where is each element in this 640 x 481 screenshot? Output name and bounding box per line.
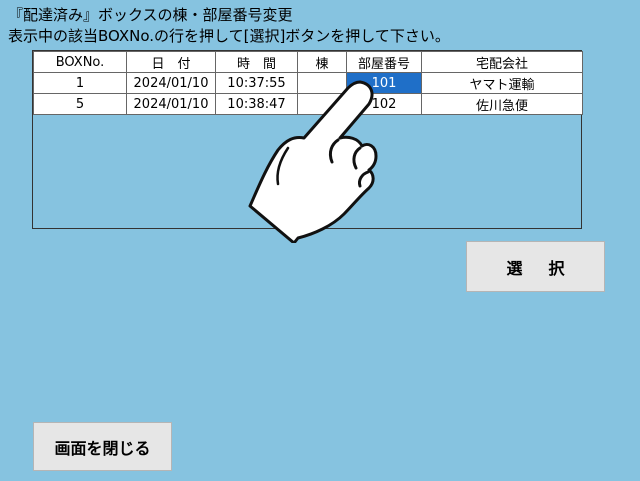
cell-time[interactable]: 10:38:47 <box>215 93 298 115</box>
cell-delivery-company[interactable]: 佐川急便 <box>421 93 583 115</box>
header-time: 時 間 <box>215 51 298 73</box>
header-box-no: BOXNo. <box>33 51 127 73</box>
box-list-grid[interactable]: BOXNo. 日 付 時 間 棟 部屋番号 宅配会社 1 2024/01/10 … <box>32 50 583 229</box>
header-room-number: 部屋番号 <box>346 51 422 73</box>
cell-delivery-company[interactable]: ヤマト運輸 <box>421 72 583 94</box>
table-row[interactable]: 1 2024/01/10 10:37:55 101 ヤマト運輸 <box>33 72 583 94</box>
cell-building[interactable] <box>297 93 347 115</box>
table-row[interactable]: 5 2024/01/10 10:38:47 102 佐川急便 <box>33 93 583 115</box>
close-screen-button[interactable]: 画面を閉じる <box>33 422 172 471</box>
instruction-text: 表示中の該当BOXNo.の行を押して[選択]ボタンを押して下さい。 <box>8 27 450 45</box>
cell-time[interactable]: 10:37:55 <box>215 72 298 94</box>
header-date: 日 付 <box>126 51 216 73</box>
table-header-row: BOXNo. 日 付 時 間 棟 部屋番号 宅配会社 <box>33 51 583 73</box>
cell-date[interactable]: 2024/01/10 <box>126 72 216 94</box>
cell-box-no[interactable]: 1 <box>33 72 127 94</box>
instruction-title: 『配達済み』ボックスの棟・部屋番号変更 <box>8 6 293 24</box>
cell-date[interactable]: 2024/01/10 <box>126 93 216 115</box>
select-button[interactable]: 選択 <box>466 241 605 292</box>
box-list-table: BOXNo. 日 付 時 間 棟 部屋番号 宅配会社 1 2024/01/10 … <box>33 51 583 115</box>
header-building: 棟 <box>297 51 347 73</box>
cell-room-number-selected[interactable]: 101 <box>346 72 422 94</box>
header-delivery-company: 宅配会社 <box>421 51 583 73</box>
cell-room-number[interactable]: 102 <box>346 93 422 115</box>
cell-building[interactable] <box>297 72 347 94</box>
cell-box-no[interactable]: 5 <box>33 93 127 115</box>
